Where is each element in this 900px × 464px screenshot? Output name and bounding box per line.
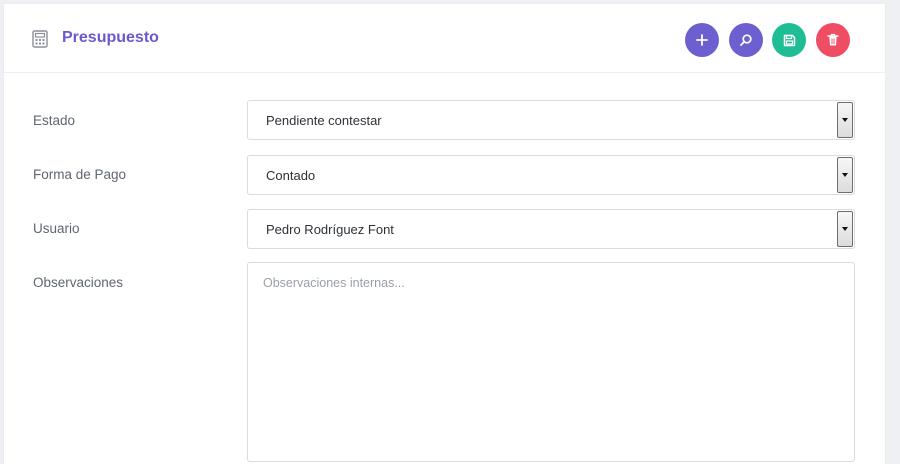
- estado-label: Estado: [33, 113, 76, 128]
- card-header: Presupuesto: [4, 4, 885, 73]
- search-button[interactable]: [729, 23, 763, 57]
- chevron-down-icon[interactable]: [837, 102, 853, 138]
- observaciones-placeholder: Observaciones internas...: [263, 276, 405, 290]
- observaciones-textarea[interactable]: Observaciones internas...: [247, 262, 855, 462]
- observaciones-label: Observaciones: [33, 275, 124, 290]
- estado-select-value: Pendiente contestar: [266, 113, 382, 128]
- add-button[interactable]: [685, 23, 719, 57]
- usuario-label: Usuario: [33, 221, 80, 236]
- estado-select[interactable]: Pendiente contestar: [247, 100, 855, 140]
- plus-icon: [696, 34, 708, 46]
- budget-card: Presupuesto Estado Pendiente contestar F…: [4, 4, 885, 464]
- chevron-down-icon[interactable]: [837, 211, 853, 247]
- forma-pago-select[interactable]: Contado: [247, 155, 855, 195]
- usuario-select-value: Pedro Rodríguez Font: [266, 222, 394, 237]
- delete-button[interactable]: [816, 23, 850, 57]
- chevron-down-icon[interactable]: [837, 157, 853, 193]
- save-button[interactable]: [772, 23, 806, 57]
- magnifier-icon: [740, 34, 752, 46]
- floppy-disk-icon: [783, 34, 795, 46]
- forma-pago-select-value: Contado: [266, 168, 316, 183]
- trash-icon: [827, 33, 839, 46]
- usuario-select[interactable]: Pedro Rodríguez Font: [247, 209, 855, 249]
- calculator-icon: [32, 30, 48, 48]
- forma-pago-label: Forma de Pago: [33, 167, 127, 182]
- page-title: Presupuesto: [62, 29, 159, 46]
